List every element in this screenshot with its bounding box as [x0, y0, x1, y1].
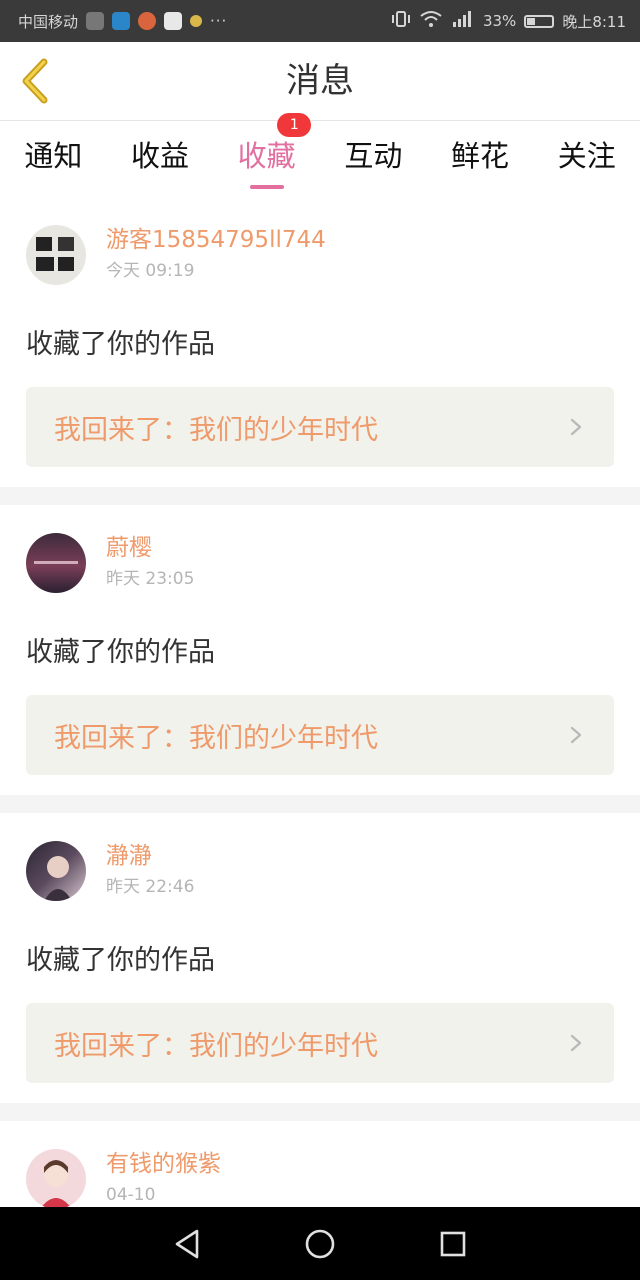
tab-flowers[interactable]: 鲜花	[427, 121, 534, 197]
shield-app-icon	[112, 12, 131, 30]
pulse-app-icon	[86, 12, 105, 30]
tab-interactions[interactable]: 互动	[320, 121, 427, 197]
work-link[interactable]: 我回来了：我们的少年时代	[26, 695, 614, 775]
battery-icon	[524, 14, 555, 28]
square-recents-icon	[441, 1231, 466, 1256]
work-title: 我回来了：我们的少年时代	[54, 722, 378, 754]
message-time: 昨天 23:05	[106, 569, 195, 589]
battery-percent: 33%	[482, 12, 517, 30]
active-tab-indicator	[249, 185, 284, 189]
message-list[interactable]: 游客15854795ll744 今天 09:19 收藏了你的作品 我回来了：我们…	[0, 197, 640, 1207]
message-time: 昨天 22:46	[106, 877, 195, 897]
title-bar: 消息	[0, 42, 640, 121]
tab-label: 收益	[131, 139, 190, 173]
wifi-icon	[419, 10, 443, 32]
work-title: 我回来了：我们的少年时代	[54, 414, 378, 446]
location-app-icon	[164, 12, 183, 30]
tab-favorites[interactable]: 收藏 1	[213, 113, 320, 197]
tab-label: 互动	[344, 139, 403, 173]
message-card: 蔚樱 昨天 23:05 收藏了你的作品 我回来了：我们的少年时代	[0, 505, 640, 795]
divider	[0, 795, 640, 813]
tab-label: 通知	[24, 139, 83, 173]
user-name[interactable]: 有钱的猴紫	[106, 1148, 221, 1180]
clock-label: 晚上8:11	[562, 12, 626, 31]
tab-notifications[interactable]: 通知	[0, 121, 107, 197]
back-button[interactable]	[12, 56, 58, 106]
chevron-right-icon	[570, 1034, 582, 1052]
chevron-right-icon	[570, 418, 582, 436]
message-time: 今天 09:19	[106, 261, 195, 281]
work-link[interactable]: 我回来了：我们的少年时代	[26, 387, 614, 467]
action-text: 收藏了你的作品	[26, 329, 215, 360]
message-time: 04-10	[106, 1185, 156, 1205]
divider	[0, 487, 640, 505]
back-chevron-icon	[22, 58, 48, 104]
user-name[interactable]: 蔚樱	[106, 532, 194, 564]
work-title: 我回来了：我们的少年时代	[54, 1030, 378, 1062]
nav-home-button[interactable]	[300, 1224, 340, 1264]
carrier-label: 中国移动	[18, 12, 79, 31]
tab-earnings[interactable]: 收益	[107, 121, 214, 197]
unread-badge: 1	[277, 113, 312, 137]
avatar[interactable]	[26, 225, 86, 285]
status-bar: 中国移动 ··· 33% 晚上8:11	[0, 0, 640, 42]
tab-following[interactable]: 关注	[533, 121, 640, 197]
system-nav-bar	[0, 1207, 640, 1280]
tab-label: 鲜花	[451, 139, 510, 173]
tab-label: 收藏	[237, 139, 296, 173]
avatar[interactable]	[26, 1149, 86, 1207]
page-title: 消息	[286, 61, 354, 101]
user-name[interactable]: 游客15854795ll744	[106, 224, 326, 256]
message-card: 瀞瀞 昨天 22:46 收藏了你的作品 我回来了：我们的少年时代	[0, 813, 640, 1103]
action-text: 收藏了你的作品	[26, 945, 215, 976]
nav-back-button[interactable]	[167, 1224, 207, 1264]
avatar[interactable]	[26, 841, 86, 901]
action-text: 收藏了你的作品	[26, 637, 215, 668]
signal-icon	[451, 10, 475, 32]
message-card: 游客15854795ll744 今天 09:19 收藏了你的作品 我回来了：我们…	[0, 197, 640, 487]
more-notifications-icon: ···	[210, 12, 228, 30]
circle-home-icon	[305, 1229, 335, 1258]
vibrate-icon	[391, 10, 411, 32]
triangle-back-icon	[175, 1229, 198, 1258]
orange-app-icon	[138, 12, 157, 30]
work-link[interactable]: 我回来了：我们的少年时代	[26, 1003, 614, 1083]
user-name[interactable]: 瀞瀞	[106, 840, 194, 872]
divider	[0, 1103, 640, 1121]
tab-label: 关注	[557, 139, 616, 173]
tab-bar: 通知 收益 收藏 1 互动 鲜花 关注	[0, 113, 640, 197]
nav-recents-button[interactable]	[433, 1224, 473, 1264]
chevron-right-icon	[570, 726, 582, 744]
avatar[interactable]	[26, 533, 86, 593]
bulb-app-icon	[190, 15, 203, 27]
message-card: 有钱的猴紫 04-10	[0, 1121, 640, 1207]
